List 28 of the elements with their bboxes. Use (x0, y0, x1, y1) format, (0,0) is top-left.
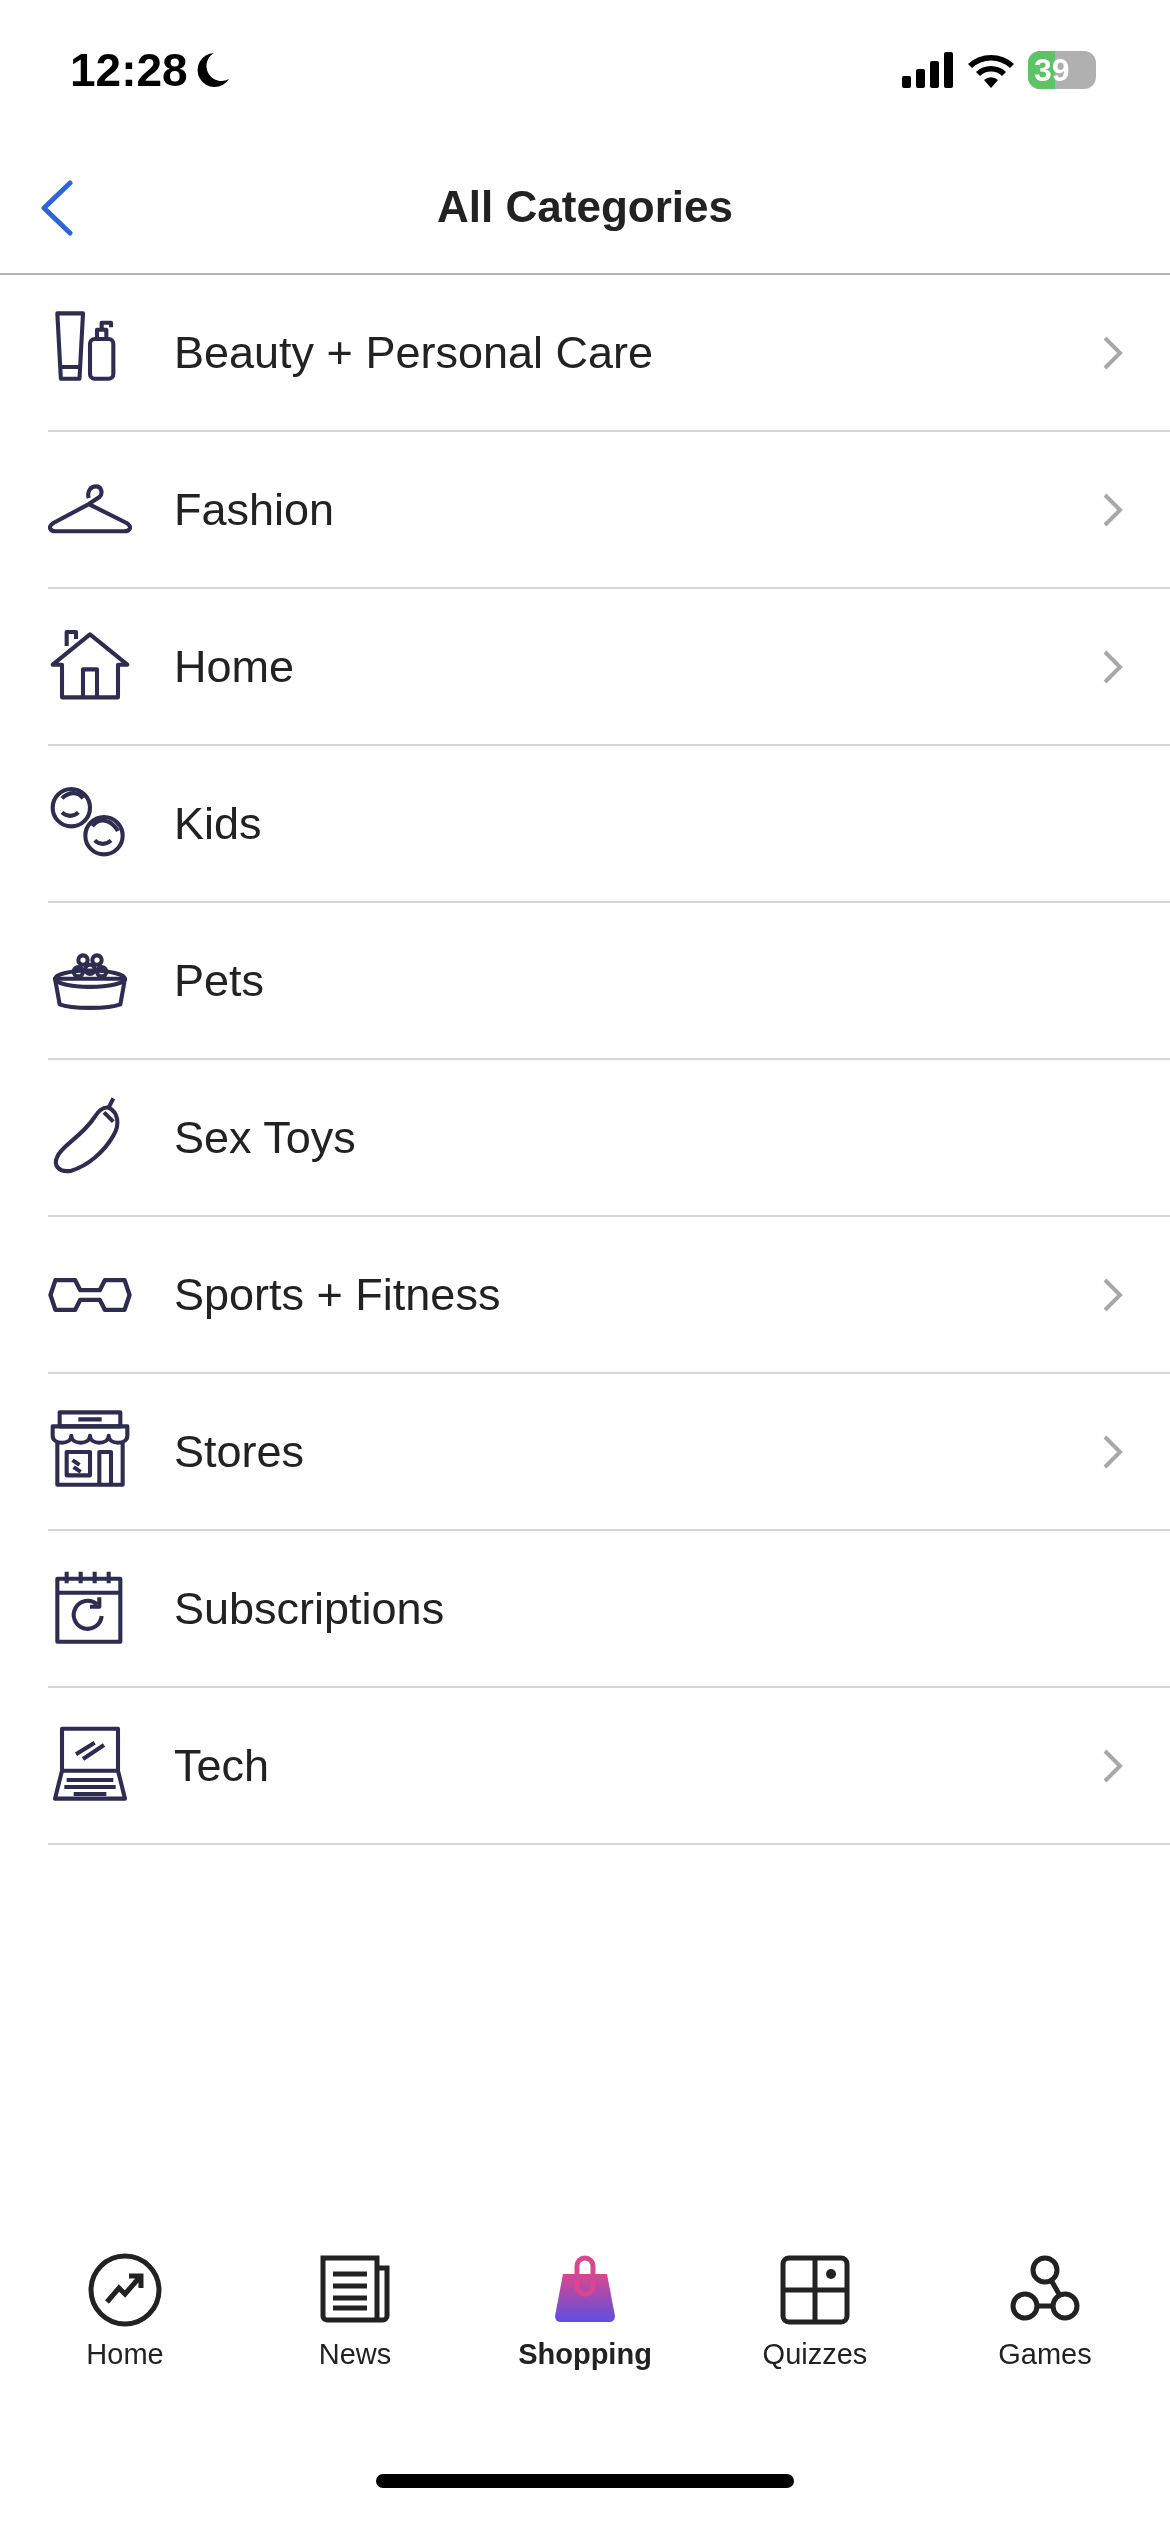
tab-item[interactable]: News (255, 2250, 455, 2400)
tab-item[interactable]: Quizzes (715, 2250, 915, 2400)
tab-item[interactable]: Shopping (485, 2250, 685, 2400)
category-label: Fashion (174, 483, 336, 536)
category-label: Pets (174, 954, 266, 1007)
category-label: Sports + Fitness (174, 1268, 502, 1321)
category-row[interactable]: Sports + Fitness (48, 1217, 1170, 1374)
category-label: Kids (174, 797, 263, 850)
category-label: Sex Toys (174, 1111, 357, 1164)
tab-item[interactable]: Games (945, 2250, 1145, 2400)
category-label: Beauty + Personal Care (174, 326, 655, 379)
category-row[interactable]: Home (48, 589, 1170, 746)
page-title: All Categories (437, 181, 733, 232)
battery-icon: 39 (1028, 51, 1096, 89)
category-row[interactable]: Kids (48, 746, 1170, 903)
clock-time: 12:28 (70, 43, 188, 97)
category-label: Stores (174, 1425, 306, 1478)
category-row[interactable]: Fashion (48, 432, 1170, 589)
tab-item[interactable]: Home (25, 2250, 225, 2400)
category-label: Home (174, 640, 296, 693)
category-row[interactable]: Tech (48, 1688, 1170, 1845)
category-row[interactable]: Pets (48, 903, 1170, 1060)
category-row[interactable]: Stores (48, 1374, 1170, 1531)
category-row[interactable]: Subscriptions (48, 1531, 1170, 1688)
category-label: Tech (174, 1739, 271, 1792)
category-row[interactable]: Sex Toys (48, 1060, 1170, 1217)
category-label: Subscriptions (174, 1582, 446, 1635)
category-row[interactable]: Beauty + Personal Care (48, 275, 1170, 432)
